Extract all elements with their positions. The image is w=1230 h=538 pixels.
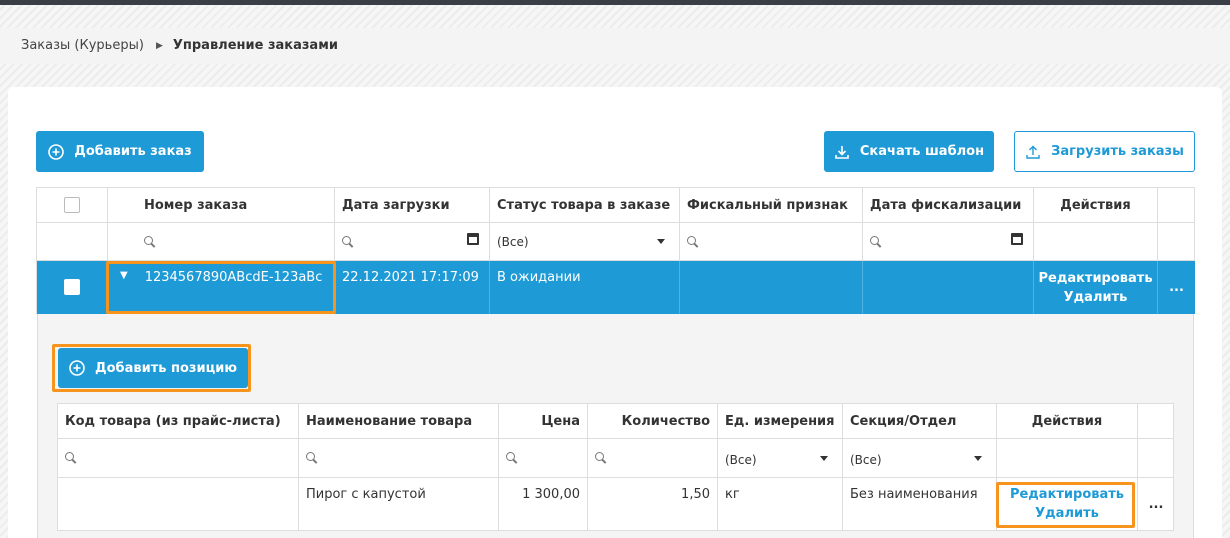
calendar-icon[interactable] <box>467 233 479 245</box>
top-bar <box>0 0 1230 5</box>
breadcrumb: Заказы (Курьеры) ▶ Управление заказами <box>21 38 338 53</box>
col-order-number[interactable]: Номер заказа <box>108 188 335 223</box>
fiscal-sign-cell <box>680 261 863 314</box>
search-icon <box>306 452 318 464</box>
upload-orders-label: Загрузить заказы <box>1051 144 1184 159</box>
col-actions: Действия <box>1034 188 1158 223</box>
chevron-down-icon <box>657 239 665 244</box>
col-product-code[interactable]: Код товара (из прайс-листа) <box>58 404 299 439</box>
product-code-cell <box>58 478 299 531</box>
chevron-right-icon: ▶ <box>155 40 163 51</box>
search-icon <box>144 235 156 248</box>
plus-circle-icon <box>69 360 85 376</box>
product-code-filter[interactable] <box>58 439 299 478</box>
search-icon <box>595 452 607 464</box>
orders-grid: Номер заказа Дата загрузки Статус товара… <box>36 187 1195 314</box>
row-select-cell <box>37 261 108 314</box>
download-template-label: Скачать шаблон <box>859 144 985 159</box>
col-status-label: Статус товара в заказе <box>497 197 671 213</box>
col-position-actions: Действия <box>997 404 1138 439</box>
product-name-filter[interactable] <box>299 439 499 478</box>
chevron-down-icon <box>820 456 828 461</box>
upload-orders-button[interactable]: Загрузить заказы <box>1014 131 1195 172</box>
fiscal-date-cell <box>863 261 1034 314</box>
col-position-extra <box>1138 404 1174 439</box>
section-filter[interactable]: (Все) <box>843 439 997 478</box>
delete-order-link[interactable]: Удалить <box>1064 288 1128 307</box>
more-options-icon[interactable]: ... <box>1138 478 1174 531</box>
actions-filter-empty <box>1034 223 1158 261</box>
order-number-value: 1234567890ABcdE-123aBc <box>144 270 323 285</box>
search-icon <box>65 452 77 464</box>
add-position-button[interactable]: Добавить позицию <box>58 348 248 388</box>
status-filter-value: (Все) <box>497 234 529 249</box>
delete-position-link[interactable]: Удалить <box>1035 504 1099 523</box>
edit-order-link[interactable]: Редактировать <box>1038 269 1152 288</box>
section-cell: Без наименования <box>843 478 997 531</box>
add-position-label: Добавить позицию <box>95 360 237 376</box>
chevron-down-icon <box>974 456 982 461</box>
select-all-checkbox[interactable] <box>64 197 80 213</box>
order-number-cell[interactable]: ▼ 1234567890ABcdE-123aBc <box>108 261 335 314</box>
search-icon <box>687 235 699 248</box>
breadcrumb-current: Управление заказами <box>172 38 338 53</box>
search-icon <box>506 452 518 464</box>
edit-position-link[interactable]: Редактировать <box>1010 485 1124 504</box>
position-actions-filter-empty <box>997 439 1138 478</box>
price-cell: 1 300,00 <box>499 478 588 531</box>
col-unit[interactable]: Ед. измерения <box>718 404 843 439</box>
status-cell: В ожидании <box>490 261 680 314</box>
col-extra <box>1158 188 1195 223</box>
price-filter[interactable] <box>499 439 588 478</box>
positions-grid: Код товара (из прайс-листа) Наименование… <box>57 403 1174 531</box>
download-template-button[interactable]: Скачать шаблон <box>824 131 994 172</box>
more-options-icon[interactable]: ... <box>1158 261 1195 314</box>
fiscal-sign-filter[interactable] <box>680 223 863 261</box>
order-number-filter[interactable] <box>108 223 335 261</box>
status-filter[interactable]: (Все) <box>490 223 680 261</box>
select-all-cell <box>37 188 108 223</box>
actions-cell: Редактировать Удалить <box>1034 261 1158 314</box>
unit-filter-value: (Все) <box>725 453 757 467</box>
col-product-name[interactable]: Наименование товара <box>299 404 499 439</box>
quantity-cell: 1,50 <box>588 478 718 531</box>
col-upload-date[interactable]: Дата загрузки <box>335 188 490 223</box>
unit-filter[interactable]: (Все) <box>718 439 843 478</box>
add-order-button[interactable]: Добавить заказ <box>36 131 204 172</box>
col-quantity[interactable]: Количество <box>588 404 718 439</box>
search-icon <box>342 235 354 248</box>
unit-cell: кг <box>718 478 843 531</box>
col-price[interactable]: Цена <box>499 404 588 439</box>
extra-filter-empty <box>1158 223 1195 261</box>
search-icon <box>870 235 882 248</box>
fiscal-date-filter[interactable] <box>863 223 1034 261</box>
upload-date-filter[interactable] <box>335 223 490 261</box>
upload-date-cell: 22.12.2021 17:17:09 <box>335 261 490 314</box>
breadcrumb-parent[interactable]: Заказы (Курьеры) <box>21 38 144 53</box>
calendar-icon[interactable] <box>1011 233 1023 245</box>
product-name-cell: Пирог с капустой <box>299 478 499 531</box>
filter-empty <box>37 223 108 261</box>
download-icon <box>834 144 850 160</box>
upload-icon <box>1025 144 1041 160</box>
add-order-label: Добавить заказ <box>74 144 192 159</box>
chevron-down-icon[interactable]: ▼ <box>120 270 128 281</box>
position-actions-cell: Редактировать Удалить <box>997 478 1138 531</box>
col-section[interactable]: Секция/Отдел <box>843 404 997 439</box>
col-fiscal-sign[interactable]: Фискальный признак <box>680 188 863 223</box>
row-checkbox[interactable] <box>64 279 80 295</box>
col-fiscal-date[interactable]: Дата фискализации <box>863 188 1034 223</box>
quantity-filter[interactable] <box>588 439 718 478</box>
plus-circle-icon <box>48 143 65 160</box>
col-status[interactable]: Статус товара в заказе ↑ <box>490 188 680 223</box>
section-filter-value: (Все) <box>850 453 882 467</box>
position-extra-filter-empty <box>1138 439 1174 478</box>
